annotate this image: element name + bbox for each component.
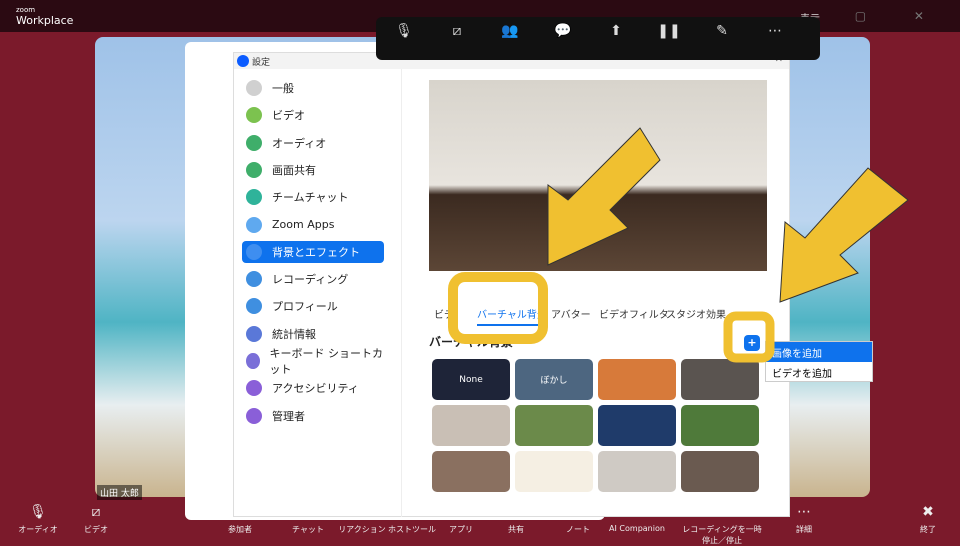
annotation-layer — [448, 127, 909, 363]
highlight-box — [448, 272, 548, 344]
highlight-box — [723, 311, 775, 363]
arrow-annotation — [779, 167, 909, 303]
arrow-annotation — [547, 127, 661, 266]
